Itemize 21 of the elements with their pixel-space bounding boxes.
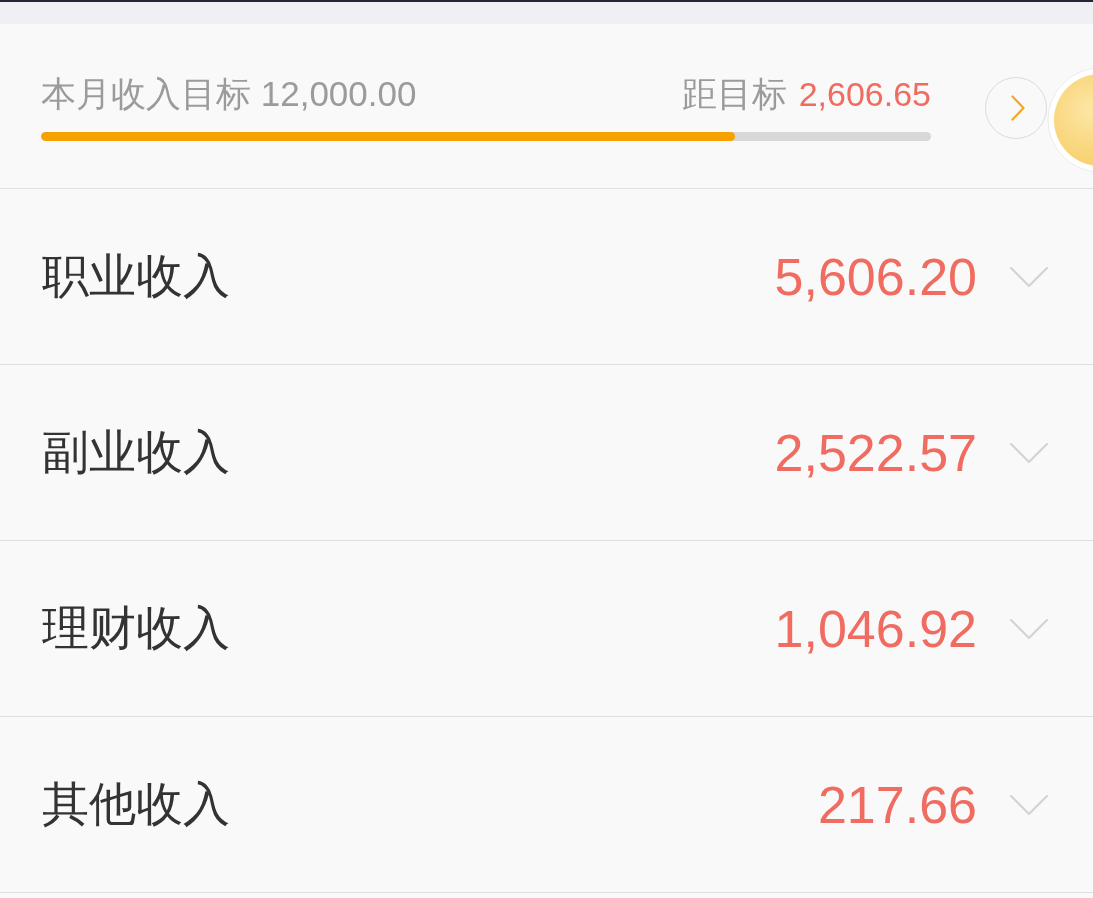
category-name: 理财收入: [42, 600, 230, 656]
income-category-row[interactable]: 副业收入 2,522.57: [0, 365, 1093, 541]
income-category-row[interactable]: 理财收入 1,046.92: [0, 541, 1093, 717]
category-amount: 2,522.57: [774, 422, 977, 483]
remaining-label: 距目标: [681, 72, 787, 115]
goal-label: 本月收入目标 12,000.00: [41, 72, 417, 115]
income-category-row[interactable]: 职业收入 5,606.20: [0, 189, 1093, 365]
category-amount: 5,606.20: [774, 246, 977, 307]
chevron-down-icon[interactable]: [1010, 266, 1048, 287]
floating-button[interactable]: [1046, 66, 1093, 174]
remaining-value: 2,606.65: [798, 74, 931, 114]
chevron-right-icon: [1011, 95, 1025, 121]
category-amount: 1,046.92: [774, 598, 977, 659]
category-name: 职业收入: [42, 248, 230, 304]
category-name: 副业收入: [42, 424, 230, 480]
category-name: 其他收入: [42, 776, 230, 832]
income-category-row[interactable]: 其他收入 217.66: [0, 717, 1093, 893]
chevron-down-icon[interactable]: [1010, 618, 1048, 639]
chevron-down-icon[interactable]: [1010, 442, 1048, 463]
category-amount: 217.66: [817, 774, 977, 835]
chevron-down-icon[interactable]: [1010, 794, 1048, 815]
